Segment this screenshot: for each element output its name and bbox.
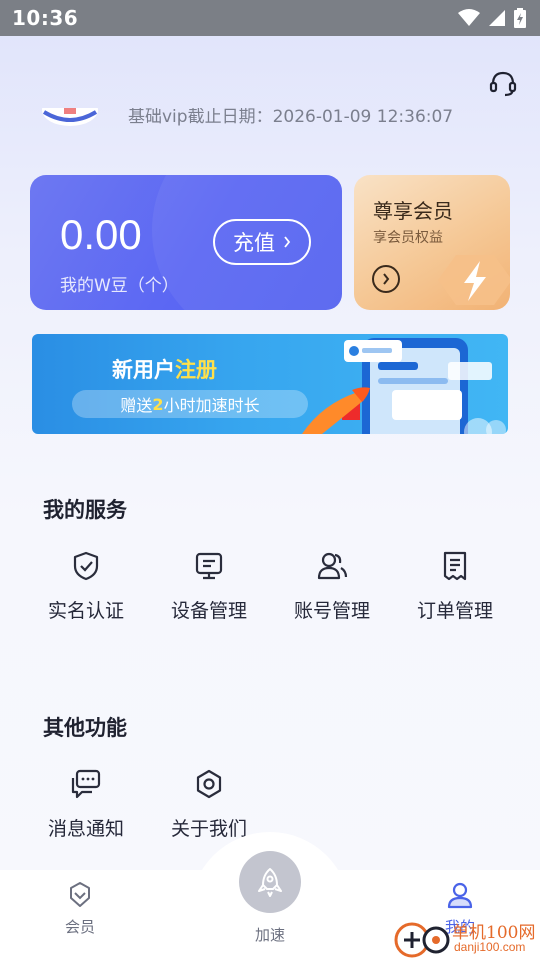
service-item-device[interactable]: 设备管理 (154, 550, 264, 630)
banner-pill-text-2: 小时加速时长 (163, 396, 260, 415)
status-icons (458, 8, 526, 28)
service-label: 设备管理 (170, 600, 247, 622)
chevron-right-icon (383, 273, 390, 285)
other-label: 消息通知 (47, 818, 124, 840)
chevron-right-icon (284, 236, 291, 248)
vip-expiry-text: 基础vip截止日期：2026-01-09 12:36:07 (128, 108, 454, 127)
watermark: 单机100网 danji100.com (392, 916, 540, 960)
banner-illustration (302, 338, 506, 434)
profile-row: 基础vip截止日期：2026-01-09 12:36:07 (40, 108, 500, 136)
signal-icon (489, 10, 505, 26)
recharge-button[interactable]: 充值 (213, 219, 311, 265)
tab-label: 会员 (64, 918, 95, 936)
other-item-notifications[interactable]: 消息通知 (31, 768, 141, 848)
service-label: 实名认证 (47, 600, 124, 622)
banner-headline-highlight: 注册 (175, 358, 217, 382)
tab-label: 加速 (254, 926, 285, 944)
status-bar: 10:36 (0, 0, 540, 36)
lightning-icon (438, 255, 510, 305)
shield-check-icon (73, 551, 99, 581)
tab-accelerate[interactable]: 加速 (220, 918, 320, 945)
member-go-button[interactable] (372, 265, 400, 293)
vip-member-card[interactable]: 尊享会员 享会员权益 (354, 175, 510, 310)
service-item-real-name[interactable]: 实名认证 (31, 550, 141, 630)
person-icon (447, 882, 473, 909)
tab-member[interactable]: 会员 (30, 880, 130, 937)
message-icon (71, 769, 101, 799)
monitor-icon (195, 552, 223, 580)
watermark-logo (394, 922, 450, 958)
new-user-banner[interactable]: 新用户注册 赠送 2 小时加速时长 (32, 334, 508, 434)
headset-icon[interactable] (488, 68, 518, 98)
wifi-icon (458, 9, 480, 26)
recharge-label: 充值 (233, 231, 275, 255)
hexagon-icon (196, 769, 222, 799)
service-label: 订单管理 (416, 600, 493, 622)
banner-pill-number: 2 (152, 394, 164, 414)
receipt-icon (443, 551, 467, 581)
battery-icon (514, 8, 526, 28)
avatar (42, 108, 98, 126)
tab-accelerate-button[interactable] (239, 851, 301, 913)
banner-headline-main: 新用户 (112, 358, 175, 382)
service-label: 账号管理 (293, 600, 370, 622)
wallet-card: 0.00 我的W豆（个） 充值 (30, 175, 342, 310)
member-subtitle: 享会员权益 (373, 230, 443, 246)
diamond-icon (70, 882, 90, 907)
other-section-title: 其他功能 (43, 716, 127, 740)
services-section-title: 我的服务 (43, 498, 127, 522)
status-time: 10:36 (12, 6, 79, 30)
banner-pill: 赠送 2 小时加速时长 (72, 390, 308, 418)
member-title: 尊享会员 (373, 199, 453, 223)
wallet-balance: 0.00 (60, 211, 142, 258)
banner-headline: 新用户注册 (112, 354, 217, 384)
wallet-unit-label: 我的W豆（个） (60, 276, 179, 296)
watermark-url: danji100.com (454, 940, 526, 954)
users-icon (317, 552, 348, 580)
rocket-icon (258, 868, 282, 897)
service-item-orders[interactable]: 订单管理 (400, 550, 510, 630)
banner-pill-text-1: 赠送 (120, 396, 153, 415)
service-item-account[interactable]: 账号管理 (277, 550, 387, 630)
